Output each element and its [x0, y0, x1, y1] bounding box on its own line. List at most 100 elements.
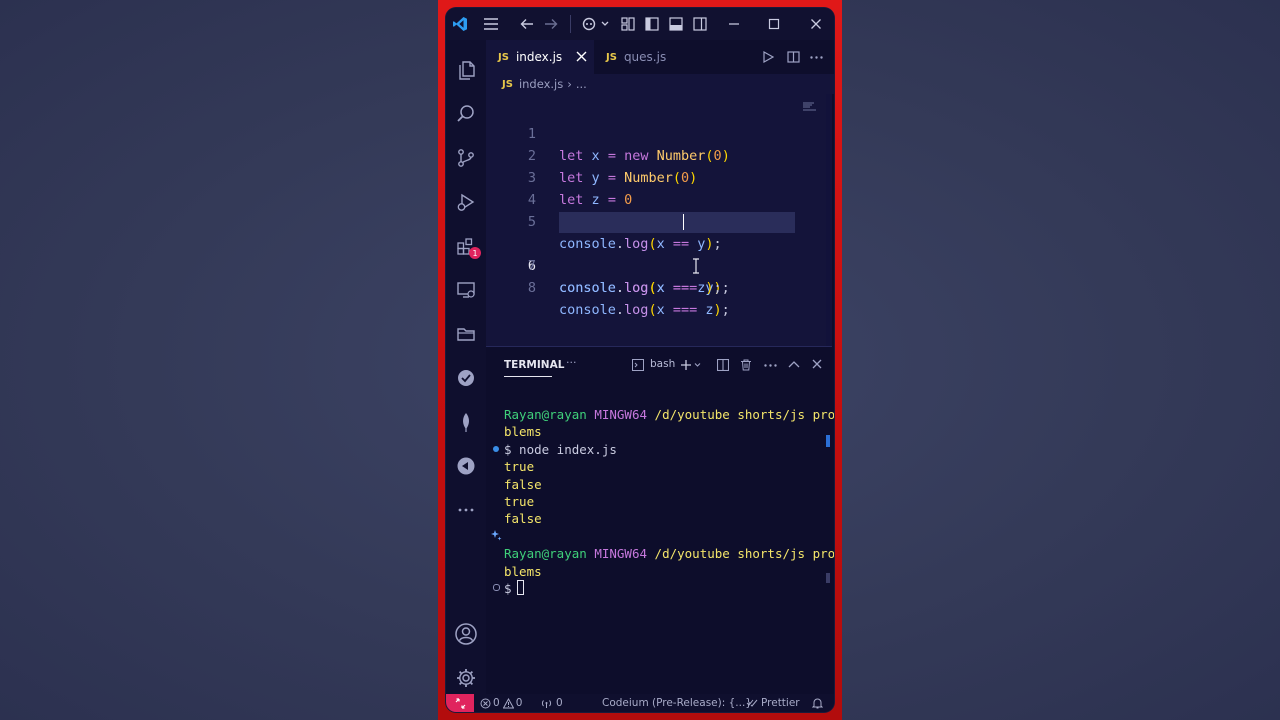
gitlens-icon[interactable]: [452, 452, 480, 480]
tab-label: ques.js: [623, 50, 667, 64]
codeium-status[interactable]: Codeium (Pre-Release): {...}: [602, 694, 752, 712]
back-arrow-icon[interactable]: [516, 14, 538, 34]
menu-icon[interactable]: [480, 14, 502, 34]
command-success-dot: [493, 446, 499, 452]
terminal-cursor: [517, 580, 524, 595]
panel-more-button[interactable]: ···: [566, 356, 577, 369]
terminal-scrollbar[interactable]: [826, 435, 830, 447]
remote-indicator-button[interactable]: [446, 694, 474, 712]
code-line-current: 6 console.log(x === y);: [486, 211, 826, 296]
vscode-window: 1 JS index.js JS ques.js JS index.js › .…: [446, 8, 834, 712]
project-manager-icon[interactable]: [452, 320, 480, 348]
prettier-status[interactable]: Prettier: [746, 694, 800, 712]
sparkle-icon[interactable]: [490, 529, 502, 541]
terminal-output: true: [504, 459, 535, 475]
copilot-icon[interactable]: [580, 14, 612, 34]
tab-terminal[interactable]: TERMINAL: [504, 359, 564, 371]
code-editor[interactable]: 1 let x = new Number(0) 2 let y = Number…: [486, 94, 832, 346]
close-panel-icon[interactable]: [812, 359, 822, 369]
maximize-panel-icon[interactable]: [788, 360, 800, 368]
prompt-path: /d/youtube shorts/js pro: [654, 407, 834, 422]
error-icon: [480, 698, 491, 709]
title-bar: [446, 8, 834, 40]
code-line: 2 let y = Number(0): [486, 123, 826, 186]
prompt-path: /d/youtube shorts/js pro: [654, 546, 834, 562]
close-icon[interactable]: [806, 14, 826, 34]
terminal-more-icon[interactable]: [764, 364, 777, 367]
toggle-panel-icon[interactable]: [666, 14, 686, 34]
maximize-icon[interactable]: [764, 14, 784, 34]
active-tab-underline: [504, 376, 552, 377]
vscode-logo-icon: [450, 14, 470, 34]
js-file-icon: JS: [606, 51, 617, 63]
breadcrumb-more[interactable]: ...: [576, 77, 587, 91]
shell-name[interactable]: bash: [650, 358, 675, 370]
notifications-bell-icon[interactable]: [812, 694, 823, 712]
line-selection: [559, 212, 795, 233]
terminal-shell-icon: [632, 359, 644, 371]
terminal-output: false: [504, 511, 542, 527]
ports-antenna-icon: [540, 698, 553, 709]
terminal-output: false: [504, 476, 542, 492]
tab-label: index.js: [515, 50, 563, 64]
prompt-env: MINGW64: [594, 546, 648, 562]
extensions-icon[interactable]: 1: [452, 232, 481, 260]
code-line: 3 let z = 0: [486, 145, 826, 208]
terminal-prompt-line: Rayan@rayan MINGW64 /d/youtube shorts/js…: [504, 545, 834, 562]
prompt-path-wrap: blems: [504, 424, 542, 440]
source-control-icon[interactable]: [452, 144, 480, 172]
titlebar-divider: [570, 15, 571, 33]
breadcrumb-file[interactable]: index.js: [519, 77, 563, 91]
prettier-label: Prettier: [761, 697, 800, 709]
settings-gear-icon[interactable]: [452, 664, 480, 692]
testing-icon[interactable]: [452, 364, 480, 392]
terminal-command: $ node index.js: [504, 441, 617, 457]
kill-terminal-icon[interactable]: [740, 359, 752, 371]
prompt-symbol: $: [504, 581, 512, 596]
ports-count: 0: [556, 697, 563, 709]
forward-arrow-icon[interactable]: [540, 14, 562, 34]
mongodb-leaf-icon[interactable]: [452, 408, 480, 436]
code-line: 8 console.log(x === z);: [486, 255, 826, 318]
editor-scrollbar[interactable]: [826, 94, 832, 346]
extensions-badge: 1: [469, 247, 481, 259]
bottom-panel: TERMINAL ··· bash Rayan@rayan MINGW64 /d…: [486, 346, 834, 695]
run-debug-icon[interactable]: [452, 188, 480, 216]
terminal-input-prompt[interactable]: $: [504, 580, 512, 597]
pending-command-dot: [493, 584, 500, 591]
breadcrumb-separator: ›: [567, 77, 572, 91]
search-icon[interactable]: [452, 100, 480, 128]
terminal-prompt-line: Rayan@rayan MINGW64 /d/youtube shorts/js…: [504, 406, 834, 423]
text-cursor: [683, 214, 684, 230]
prompt-user: Rayan@rayan: [504, 407, 587, 422]
terminal-scroll-mark: [826, 573, 830, 583]
status-bar: 0 0 0 Codeium (Pre-Release): {...} Prett…: [446, 694, 834, 712]
more-views-icon[interactable]: [452, 496, 480, 524]
toggle-sidebar-icon[interactable]: [642, 14, 662, 34]
new-terminal-icon[interactable]: [680, 359, 702, 371]
tab-index-js[interactable]: JS index.js: [486, 40, 594, 74]
tab-ques-js[interactable]: JS ques.js: [594, 40, 704, 74]
problems-status[interactable]: 0 0: [480, 694, 522, 712]
breadcrumb: JS index.js › ...: [486, 74, 834, 94]
split-editor-icon[interactable]: [787, 51, 800, 63]
editor-more-icon[interactable]: [810, 56, 823, 59]
account-icon[interactable]: [452, 620, 480, 648]
remote-explorer-icon[interactable]: [452, 276, 480, 304]
tab-close-icon[interactable]: [576, 51, 587, 62]
warning-icon: [502, 697, 514, 709]
run-file-icon[interactable]: [762, 51, 774, 63]
editor-tabs: JS index.js JS ques.js: [486, 40, 834, 74]
js-file-icon: JS: [502, 78, 513, 90]
prompt-path-wrap: blems: [504, 563, 542, 579]
minimize-icon[interactable]: [724, 14, 744, 34]
line-number: 8: [527, 280, 536, 296]
double-check-icon: [746, 698, 758, 708]
toggle-secondary-sidebar-icon[interactable]: [690, 14, 710, 34]
layout-customize-icon[interactable]: [618, 14, 638, 34]
split-terminal-icon[interactable]: [717, 359, 729, 371]
explorer-icon[interactable]: [452, 56, 480, 84]
ports-status[interactable]: 0: [540, 694, 563, 712]
js-file-icon: JS: [498, 51, 509, 63]
code-line: 5 console.log(x == y);: [486, 189, 826, 252]
